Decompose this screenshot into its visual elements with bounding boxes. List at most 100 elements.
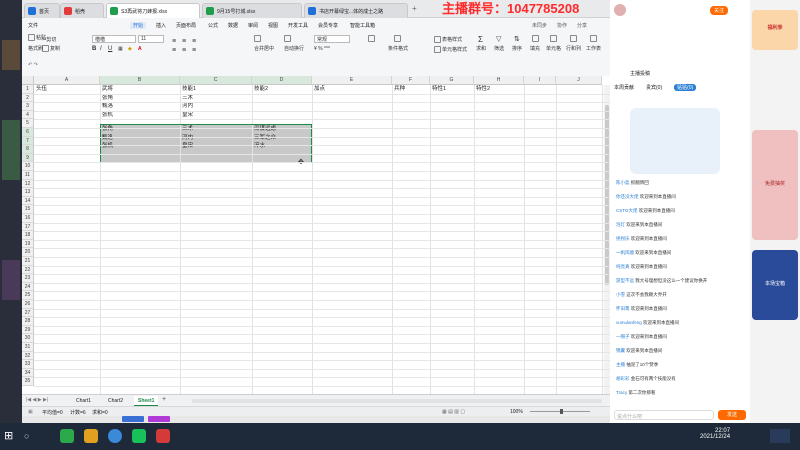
row-header[interactable]: 29 <box>22 325 34 335</box>
bold-button[interactable]: B <box>92 46 96 52</box>
row-header[interactable]: 35 <box>22 377 34 386</box>
ad-banner[interactable]: 本场宝箱 <box>752 250 798 320</box>
ad-banner[interactable]: 福利季 <box>752 10 798 50</box>
percent-icon[interactable]: ¥ % ⁰⁰⁰ <box>314 46 330 52</box>
menu-file[interactable]: 文件 <box>28 22 38 29</box>
sort-icon[interactable]: ⇅ <box>514 35 520 43</box>
cell-b1[interactable]: 武将 <box>102 85 113 93</box>
underline-button[interactable]: U <box>108 46 112 52</box>
tab-sticker[interactable]: 贴贴(0) <box>674 84 697 91</box>
cell-style-button[interactable]: 单元格样式 <box>434 46 467 54</box>
sync-status[interactable]: 未同步 <box>532 22 547 29</box>
tab-weekly-contribution[interactable]: 本周贡献 <box>614 84 634 91</box>
number-format-select[interactable]: 常规 <box>314 35 350 43</box>
table-style-button[interactable]: 表格样式 <box>434 36 462 44</box>
border-icon[interactable]: ▦ <box>118 46 123 52</box>
row-header[interactable]: 26 <box>22 300 34 309</box>
filter-label[interactable]: 筛选 <box>494 45 504 52</box>
sum-label[interactable]: 求和 <box>476 45 486 52</box>
align-center-icon[interactable]: ≡ <box>182 47 186 54</box>
menu-member[interactable]: 会员专享 <box>318 22 338 29</box>
chat-username[interactable]: 锦囊 <box>616 348 625 353</box>
row-header[interactable]: 34 <box>22 368 34 378</box>
cell-d6[interactable]: 深谋远虑 <box>254 125 276 133</box>
horizontal-scrollbar[interactable] <box>192 399 602 403</box>
row-header[interactable]: 30 <box>22 334 34 343</box>
column-header-g[interactable]: G <box>430 76 474 85</box>
sum-icon[interactable]: Σ <box>478 35 483 44</box>
windows-start-icon[interactable]: ⊞ <box>4 429 18 443</box>
menu-page-layout[interactable]: 页面布局 <box>176 22 196 29</box>
row-header[interactable]: 25 <box>22 291 34 300</box>
row-col-button[interactable] <box>570 35 578 42</box>
cell-c7[interactable]: 河内 <box>182 134 193 142</box>
cell-b3[interactable]: 甄洛 <box>102 102 113 110</box>
scrollbar-thumb[interactable] <box>605 105 609 285</box>
notification-icon[interactable] <box>770 429 790 443</box>
zoom-level[interactable]: 100% <box>510 409 523 415</box>
column-header-b[interactable]: B <box>100 76 180 85</box>
follow-button[interactable]: 关注 <box>710 6 729 15</box>
row-header[interactable]: 6 <box>22 128 34 137</box>
cell-h1[interactable]: 特性2 <box>476 85 490 93</box>
chat-username[interactable]: 一帆风顺 <box>616 250 634 255</box>
chat-username[interactable]: vumulanfeng <box>616 320 642 325</box>
sort-label[interactable]: 排序 <box>512 45 522 52</box>
cell-b6[interactable]: 张角 <box>102 125 113 133</box>
worksheet-button[interactable] <box>590 35 598 42</box>
italic-button[interactable]: I <box>100 46 102 52</box>
chat-input[interactable]: 说点什么吧 <box>614 410 714 420</box>
wps-icon[interactable] <box>156 429 170 443</box>
column-header-h[interactable]: H <box>474 76 524 85</box>
cell-d1[interactable]: 技能2 <box>254 85 268 93</box>
row-header[interactable]: 13 <box>22 188 34 197</box>
sheet-nav-icon[interactable]: |◀ ◀ ▶ ▶| <box>26 397 48 403</box>
fill-button[interactable] <box>532 35 540 42</box>
menu-view[interactable]: 视图 <box>268 22 278 29</box>
row-header[interactable]: 9 <box>22 153 34 163</box>
chat-username[interactable]: 泡灯 <box>616 222 625 227</box>
cond-format-button[interactable] <box>394 35 402 42</box>
row-header[interactable]: 10 <box>22 162 34 171</box>
add-sheet-icon[interactable]: + <box>162 396 166 403</box>
wrap-button[interactable] <box>284 35 292 42</box>
fill-color-icon[interactable]: ◆ <box>128 46 132 52</box>
send-button[interactable]: 发送 <box>718 410 746 420</box>
row-header[interactable]: 4 <box>22 110 34 120</box>
type-convert-button[interactable] <box>368 35 376 42</box>
chat-username[interactable]: 游型不远 <box>616 278 634 283</box>
row-header[interactable]: 23 <box>22 274 34 283</box>
menu-start[interactable]: 开始 <box>130 22 147 29</box>
undo-icon[interactable]: ↶ ↷ <box>28 62 38 68</box>
cell-b7[interactable]: 甄洛 <box>102 134 113 142</box>
column-header-a[interactable]: A <box>34 76 100 85</box>
row-header[interactable]: 17 <box>22 222 34 232</box>
app-icon[interactable] <box>60 429 74 443</box>
font-select[interactable]: 楷楷 <box>92 35 136 43</box>
row-header[interactable]: 28 <box>22 317 34 326</box>
tab-docer[interactable]: 稻壳 <box>60 3 104 18</box>
cell-c6[interactable]: 三术 <box>182 125 193 133</box>
worksheet-label[interactable]: 工作表 <box>586 45 601 52</box>
font-color-icon[interactable]: A <box>138 46 142 52</box>
cell-e1[interactable]: 加点 <box>314 85 325 93</box>
view-mode-icons[interactable]: ▦ ▤ ▥ ▢ <box>442 409 465 415</box>
cell-d7[interactable]: 三军之众 <box>254 134 276 142</box>
column-header-i[interactable]: I <box>524 76 556 85</box>
row-header[interactable]: 27 <box>22 308 34 318</box>
row-header[interactable]: 31 <box>22 343 34 352</box>
row-header[interactable]: 5 <box>22 119 34 128</box>
chat-username[interactable]: 胡彩彩 <box>616 376 630 381</box>
row-header[interactable]: 24 <box>22 282 34 292</box>
zoom-slider[interactable] <box>530 409 590 414</box>
cell-c4[interactable]: 皇宋 <box>182 111 193 119</box>
cut-button[interactable]: ✂剪切 <box>42 36 56 43</box>
row-header[interactable]: 22 <box>22 265 34 275</box>
cell-c8[interactable]: 皇宋 <box>182 142 193 150</box>
select-all-corner[interactable] <box>22 76 34 85</box>
macro-icon[interactable]: ▣ <box>28 409 33 415</box>
chat-username[interactable]: Tracy <box>616 390 627 395</box>
row-header[interactable]: 2 <box>22 93 34 103</box>
row-header[interactable]: 1 <box>22 85 34 94</box>
chat-username[interactable]: 拐拐乐 <box>616 236 630 241</box>
